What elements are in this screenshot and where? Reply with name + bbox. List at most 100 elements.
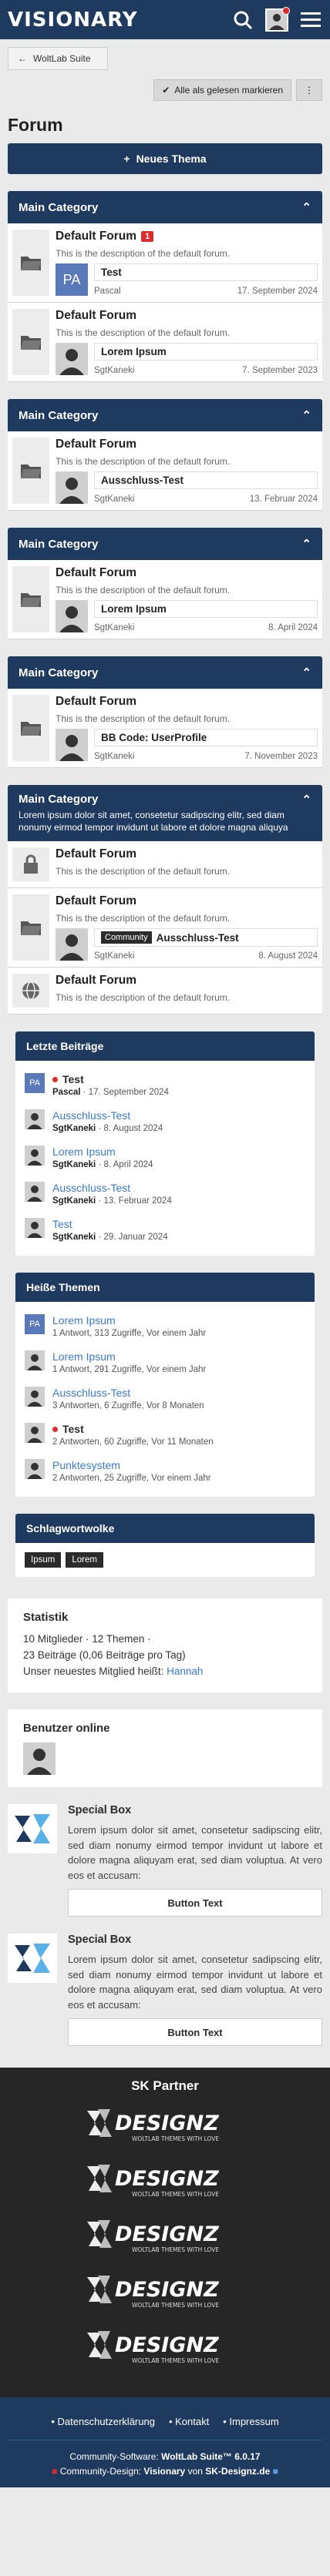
designer-link[interactable]: SK-Designz.de [205, 2466, 270, 2477]
forum-row[interactable]: Default Forum This is the description of… [8, 888, 322, 968]
menu-icon[interactable] [299, 8, 322, 32]
design-link[interactable]: Visionary [143, 2466, 185, 2477]
forum-row[interactable]: Default Forum This is the description of… [8, 560, 322, 639]
user-avatar[interactable] [265, 6, 290, 32]
forum-row[interactable]: Default Forum This is the description of… [8, 968, 322, 1015]
list-item[interactable]: Test SgtKaneki · 29. Januar 2024 [25, 1212, 305, 1248]
last-post-user[interactable]: SgtKaneki [94, 366, 134, 375]
post-user[interactable]: SgtKaneki [52, 1124, 96, 1133]
last-post-user[interactable]: SgtKaneki [94, 623, 134, 632]
thread-title-link[interactable]: Lorem Ipsum [52, 1350, 206, 1363]
post-avatar[interactable] [25, 1218, 45, 1239]
last-thread-link[interactable]: Lorem Ipsum [94, 343, 318, 361]
forum-title[interactable]: Default Forum [56, 894, 136, 908]
tag-link[interactable]: Lorem [66, 1552, 103, 1568]
mark-all-read-button[interactable]: ✔ Alle als gelesen markieren [153, 79, 291, 101]
thread-title-link[interactable]: Ausschluss-Test [52, 1387, 204, 1399]
search-icon[interactable] [231, 8, 254, 32]
last-post-avatar[interactable] [56, 471, 88, 504]
forum-row[interactable]: Default Forum This is the description of… [8, 689, 322, 768]
post-avatar[interactable] [25, 1350, 45, 1371]
more-options-button[interactable]: ⋮ [296, 79, 322, 101]
post-title-link[interactable]: Test [52, 1073, 169, 1085]
last-thread-link[interactable]: Test [94, 263, 318, 281]
post-user[interactable]: SgtKaneki [52, 1233, 96, 1242]
category-header[interactable]: Main Category ⌃ [8, 656, 322, 689]
partner-logo[interactable]: DESIGNZ WOLTLAB THEMES WITH LOVE [8, 2217, 322, 2256]
new-thread-button[interactable]: + Neues Thema [8, 143, 322, 174]
forum-row[interactable]: Default Forum This is the description of… [8, 303, 322, 382]
forum-row[interactable]: Default Forum 1 This is the description … [8, 223, 322, 303]
forum-title[interactable]: Default Forum [56, 566, 136, 580]
partner-logo[interactable]: DESIGNZ WOLTLAB THEMES WITH LOVE [8, 2162, 322, 2200]
post-title-link[interactable]: Test [52, 1218, 168, 1230]
chevron-up-icon[interactable]: ⌃ [301, 666, 311, 679]
breadcrumb[interactable]: ← WoltLab Suite [8, 47, 108, 70]
chevron-up-icon[interactable]: ⌃ [301, 537, 311, 551]
post-avatar[interactable] [25, 1182, 45, 1202]
tag-link[interactable]: Ipsum [25, 1552, 62, 1568]
list-item[interactable]: Test 2 Antworten, 60 Zugriffe, Vor 11 Mo… [25, 1417, 305, 1453]
forum-row[interactable]: Default Forum This is the description of… [8, 431, 322, 511]
last-post-user[interactable]: Pascal [94, 287, 121, 296]
post-title-link[interactable]: Lorem Ipsum [52, 1145, 153, 1158]
last-post-avatar[interactable] [56, 729, 88, 761]
forum-title[interactable]: Default Forum [56, 847, 136, 861]
category-header[interactable]: Main Category ⌃ [8, 191, 322, 223]
list-item[interactable]: PA Test Pascal · 17. September 2024 [25, 1067, 305, 1103]
newest-member-link[interactable]: Hannah [167, 1665, 203, 1677]
category-header[interactable]: Main Category Lorem ipsum dolor sit amet… [8, 785, 322, 842]
list-item[interactable]: PA Lorem Ipsum 1 Antwort, 313 Zugriffe, … [25, 1308, 305, 1344]
post-avatar[interactable] [25, 1145, 45, 1166]
thread-title-link[interactable]: Punktesystem [52, 1459, 211, 1471]
last-thread-link[interactable]: Ausschluss-Test [94, 471, 318, 489]
post-user[interactable]: SgtKaneki [52, 1196, 96, 1206]
post-user[interactable]: SgtKaneki [52, 1160, 96, 1169]
forum-title[interactable]: Default Forum [56, 309, 136, 323]
footer-link[interactable]: Kontakt [169, 2416, 209, 2427]
forum-title[interactable]: Default Forum [56, 438, 136, 451]
post-avatar[interactable] [25, 1423, 45, 1444]
partner-logo[interactable]: DESIGNZ WOLTLAB THEMES WITH LOVE [8, 2272, 322, 2311]
last-post-avatar[interactable]: PA [56, 263, 88, 296]
special-box-button[interactable]: Button Text [68, 1889, 322, 1917]
last-post-avatar[interactable] [56, 928, 88, 961]
post-title-link[interactable]: Ausschluss-Test [52, 1109, 163, 1122]
last-post-user[interactable]: SgtKaneki [94, 752, 134, 761]
chevron-up-icon[interactable]: ⌃ [301, 793, 311, 807]
last-thread-link[interactable]: Community Ausschluss-Test [94, 928, 318, 948]
forum-title[interactable]: Default Forum [56, 974, 136, 988]
forum-row[interactable]: Default Forum This is the description of… [8, 841, 322, 889]
category-header[interactable]: Main Category ⌃ [8, 399, 322, 431]
software-link[interactable]: WoltLab Suite™ 6.0.17 [161, 2451, 260, 2462]
partner-logo[interactable]: DESIGNZ WOLTLAB THEMES WITH LOVE [8, 2106, 322, 2145]
last-post-user[interactable]: SgtKaneki [94, 495, 134, 504]
partner-logo[interactable]: DESIGNZ WOLTLAB THEMES WITH LOVE [8, 2328, 322, 2366]
list-item[interactable]: Ausschluss-Test SgtKaneki · 13. Februar … [25, 1176, 305, 1212]
last-thread-link[interactable]: BB Code: UserProfile [94, 729, 318, 746]
post-avatar[interactable] [25, 1459, 45, 1480]
chevron-up-icon[interactable]: ⌃ [301, 408, 311, 422]
post-avatar[interactable] [25, 1387, 45, 1407]
category-header[interactable]: Main Category ⌃ [8, 528, 322, 560]
footer-link[interactable]: Impressum [223, 2416, 278, 2427]
list-item[interactable]: Lorem Ipsum 1 Antwort, 291 Zugriffe, Vor… [25, 1344, 305, 1380]
list-item[interactable]: Punktesystem 2 Antworten, 25 Zugriffe, V… [25, 1453, 305, 1489]
post-avatar[interactable]: PA [25, 1073, 45, 1094]
thread-title-link[interactable]: Test [52, 1423, 214, 1435]
site-logo[interactable]: VISIONARY [8, 8, 138, 32]
post-avatar[interactable]: PA [25, 1314, 45, 1335]
thread-title-link[interactable]: Lorem Ipsum [52, 1314, 206, 1327]
post-title-link[interactable]: Ausschluss-Test [52, 1182, 172, 1194]
last-thread-link[interactable]: Lorem Ipsum [94, 600, 318, 618]
footer-link[interactable]: Datenschutzerklärung [51, 2416, 154, 2427]
list-item[interactable]: Ausschluss-Test 3 Antworten, 6 Zugriffe,… [25, 1380, 305, 1417]
forum-title[interactable]: Default Forum [56, 230, 136, 243]
post-avatar[interactable] [25, 1109, 45, 1130]
list-item[interactable]: Ausschluss-Test SgtKaneki · 8. August 20… [25, 1103, 305, 1139]
last-post-avatar[interactable] [56, 343, 88, 375]
last-post-avatar[interactable] [56, 600, 88, 632]
list-item[interactable]: Lorem Ipsum SgtKaneki · 8. April 2024 [25, 1139, 305, 1176]
post-user[interactable]: Pascal [52, 1088, 80, 1097]
last-post-user[interactable]: SgtKaneki [94, 951, 134, 961]
